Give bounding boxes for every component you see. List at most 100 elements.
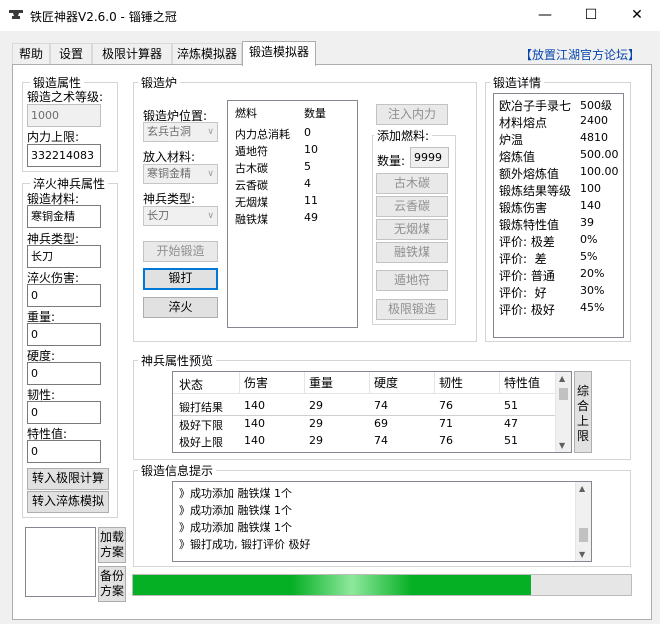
scroll-up-icon[interactable]: ▲ (559, 374, 565, 383)
detail-key: 炉温 (499, 133, 524, 147)
material-field[interactable]: 寒铜金精 (27, 205, 101, 228)
detail-value: 500.00 (580, 148, 619, 161)
forum-link[interactable]: 【放置江湖官方论坛】 (520, 46, 640, 63)
detail-value: 39 (580, 216, 594, 229)
detail-key: 评价: 普通 (499, 269, 555, 283)
list-item[interactable]: 遁地符 10 (228, 143, 357, 160)
tab-settings[interactable]: 设置 (50, 43, 92, 65)
table-cell: 140 (244, 399, 265, 412)
load-scheme-button[interactable]: 加载方案 (98, 527, 126, 563)
scroll-thumb[interactable] (559, 388, 568, 400)
chevron-down-icon: ∨ (207, 127, 214, 137)
fuel-header: 燃料 (235, 107, 257, 120)
tab-help[interactable]: 帮助 (12, 43, 50, 65)
fuel-count: 10 (304, 143, 318, 156)
fuel-name: 古木碳 (235, 162, 268, 175)
detail-value: 100.00 (580, 165, 619, 178)
list-item[interactable]: 融铁煤 49 (228, 211, 357, 228)
preview-title: 神兵属性预览 (138, 352, 217, 369)
detail-key: 欧冶子手录七 (499, 99, 572, 113)
detail-value: 5% (580, 250, 598, 263)
column-header: 硬度 (369, 372, 398, 394)
chevron-down-icon: ∨ (207, 211, 214, 221)
backup-scheme-button[interactable]: 备份方案 (98, 566, 126, 602)
scheme-list[interactable] (25, 527, 96, 597)
damage-field[interactable]: 0 (27, 284, 101, 307)
to-limit-calc-button[interactable]: 转入极限计算 (27, 468, 109, 490)
close-button[interactable]: ✕ (614, 0, 660, 31)
detail-value: 0% (580, 233, 598, 246)
table-row[interactable]: 极好下限 140 29 69 71 47 (173, 417, 556, 434)
list-item[interactable]: 云香碳 4 (228, 177, 357, 194)
chevron-down-icon: ∨ (207, 169, 214, 179)
details-list[interactable]: 欧冶子手录七 500级 材料熔点 2400 炉温 4810 熔炼值 500.00 额外熔… (493, 93, 624, 338)
fuel-name: 云香碳 (235, 179, 268, 192)
detail-value: 20% (580, 267, 605, 280)
qty-field[interactable]: 9999 (410, 147, 449, 168)
table-cell: 29 (309, 434, 323, 447)
limit-forge-button[interactable]: 极限锻造 (376, 299, 448, 320)
quench-button[interactable]: 淬火 (143, 297, 218, 318)
put-material-label: 放入材料: (143, 150, 196, 164)
table-cell: 29 (309, 399, 323, 412)
list-item[interactable]: 内力总消耗 0 (228, 126, 357, 143)
toughness-field[interactable]: 0 (27, 401, 101, 424)
table-row[interactable]: 极好上限 140 29 74 76 51 (173, 434, 556, 451)
count-header: 数量 (304, 107, 326, 120)
detail-key: 材料熔点 (499, 116, 548, 130)
log-scrollbar[interactable]: ▲ ▼ (575, 482, 591, 561)
progress-bar (132, 574, 632, 596)
list-item[interactable]: 古木碳 5 (228, 160, 357, 177)
forge-button[interactable]: 锻打 (143, 268, 218, 290)
column-header: 特性值 (499, 372, 540, 394)
table-scrollbar[interactable]: ▲ ▼ (555, 372, 571, 452)
list-item[interactable]: 无烟煤 11 (228, 194, 357, 211)
add-wuyan-button[interactable]: 无烟煤 (376, 219, 448, 240)
table-cell: 锻打结果 (179, 401, 223, 414)
start-forge-button[interactable]: 开始锻造 (143, 241, 218, 262)
tab-forge-simulator[interactable]: 锻造模拟器 (242, 41, 316, 66)
scroll-thumb[interactable] (579, 528, 588, 542)
detail-key: 评价: 极好 (499, 303, 555, 317)
hardness-field[interactable]: 0 (27, 362, 101, 385)
scroll-down-icon[interactable]: ▼ (559, 441, 565, 450)
add-yunxiang-button[interactable]: 云香碳 (376, 196, 448, 217)
tab-limit-calculator[interactable]: 极限计算器 (92, 43, 172, 65)
fuel-list-header: 燃料 数量 (228, 105, 357, 122)
table-cell: 51 (504, 399, 518, 412)
trait-field[interactable]: 0 (27, 440, 101, 463)
fuel-list[interactable]: 燃料 数量 内力总消耗 0 遁地符 10 古木碳 5 云香碳 4 无烟煤 11 融铁煤 49 (227, 100, 358, 328)
table-cell: 140 (244, 434, 265, 447)
log-line: 》锻打成功, 锻打评价 极好 (179, 538, 311, 551)
detail-key: 评价: 极差 (499, 235, 555, 249)
detail-key: 熔炼值 (499, 150, 536, 164)
table-row[interactable]: 锻打结果 140 29 74 76 51 (173, 399, 556, 416)
add-rongtie-button[interactable]: 融铁煤 (376, 242, 448, 263)
type-field[interactable]: 长刀 (27, 245, 101, 268)
scroll-up-icon[interactable]: ▲ (579, 484, 585, 493)
tab-quench-simulator[interactable]: 淬炼模拟器 (172, 43, 242, 65)
log-textarea[interactable]: 》成功添加 融铁煤 1个 》成功添加 融铁煤 1个 》成功添加 融铁煤 1个 》… (172, 481, 592, 562)
table-cell: 76 (439, 399, 453, 412)
add-dundi-button[interactable]: 遁地符 (376, 270, 448, 291)
minimize-button[interactable]: — (522, 0, 568, 31)
inject-neili-button[interactable]: 注入内力 (376, 104, 448, 125)
details-title: 锻造详情 (490, 74, 545, 91)
maximize-button[interactable]: ☐ (568, 0, 614, 31)
material-select[interactable]: 寒铜金精 ∨ (143, 164, 218, 184)
add-fuel-label: 添加燃料: (374, 127, 433, 144)
table-header: 状态 伤害 重量 硬度 韧性 特性值 (173, 372, 556, 394)
neili-field[interactable]: 332214083 (27, 144, 101, 167)
detail-value: 2400 (580, 114, 608, 127)
add-gumu-button[interactable]: 古木碳 (376, 173, 448, 194)
overall-limit-button[interactable]: 综合上限 (574, 371, 592, 453)
table-cell: 71 (439, 417, 453, 430)
weapon-type-select[interactable]: 长刀 ∨ (143, 206, 218, 226)
position-select[interactable]: 玄兵古洞 ∨ (143, 122, 218, 142)
to-quench-sim-button[interactable]: 转入淬炼模拟 (27, 491, 109, 513)
table-cell: 极好上限 (179, 436, 223, 449)
scroll-down-icon[interactable]: ▼ (579, 550, 585, 559)
forge-level-field[interactable]: 1000 (27, 104, 101, 127)
weight-field[interactable]: 0 (27, 323, 101, 346)
preview-table[interactable]: 状态 伤害 重量 硬度 韧性 特性值 锻打结果 140 29 74 76 51 … (172, 371, 572, 453)
